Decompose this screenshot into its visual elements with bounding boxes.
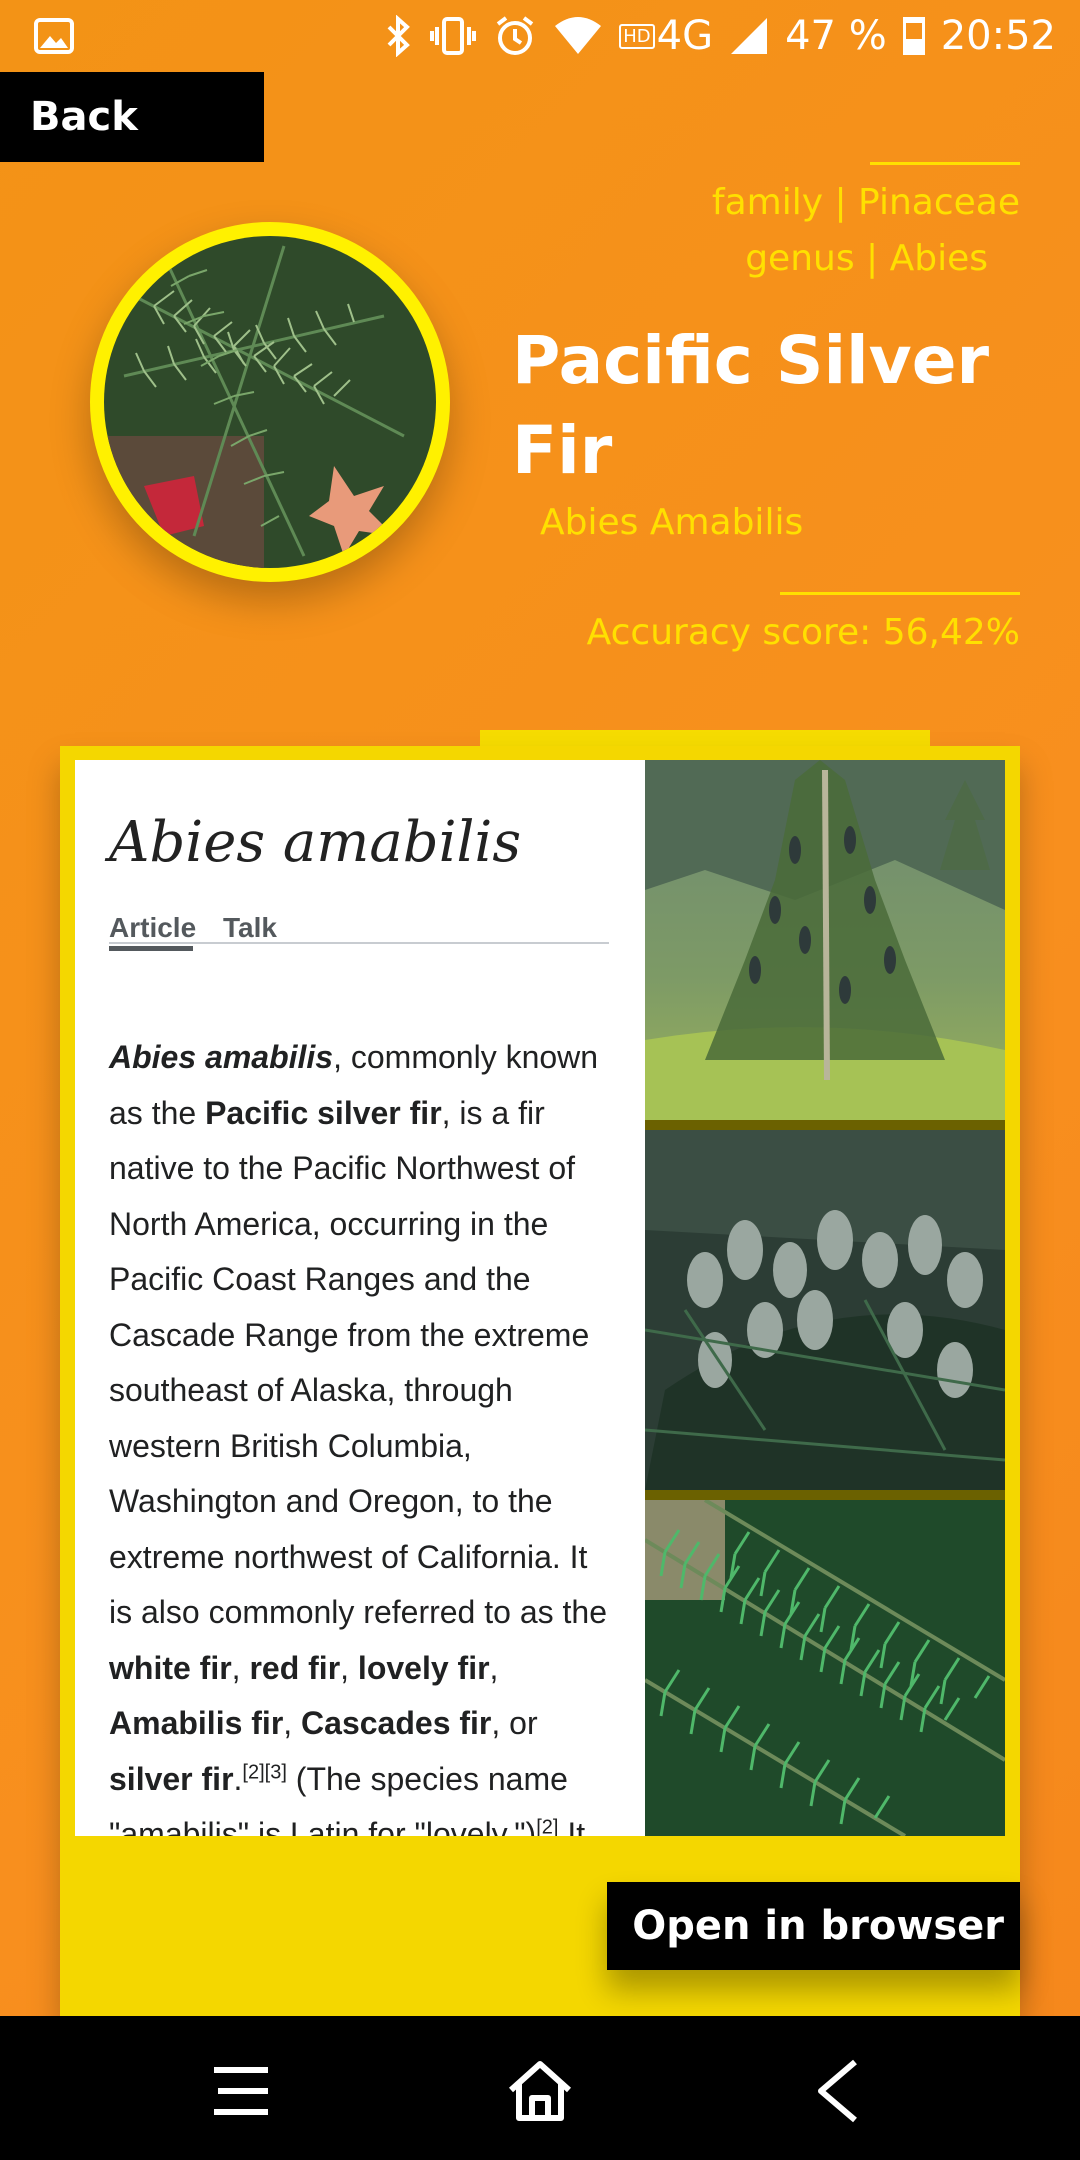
article-text: , is a fir native to the Pacific Northwe…: [109, 1094, 607, 1631]
genus-label: genus | Abies: [745, 238, 988, 279]
vibrate-icon: [429, 15, 477, 57]
citation-link[interactable]: [2][3]: [242, 1761, 286, 1783]
navigation-bar: [0, 2016, 1080, 2160]
alt-name: red fir: [249, 1649, 341, 1686]
article-bold-name: Pacific silver fir: [205, 1094, 442, 1131]
scientific-name: Abies Amabilis: [540, 502, 804, 543]
active-tab-indicator: [109, 946, 193, 951]
separator: ,: [489, 1649, 499, 1686]
photo-divider: [645, 1120, 1005, 1130]
gallery-photo-3[interactable]: [645, 1500, 1005, 1836]
menu-icon[interactable]: [206, 2056, 276, 2126]
network-indicator: HD 4G: [619, 13, 713, 59]
common-name-title: Pacific Silver Fir: [512, 322, 990, 489]
plant-photo: [104, 236, 436, 568]
accuracy-divider: [780, 592, 1020, 595]
open-in-browser-button[interactable]: Open in browser: [607, 1882, 1020, 1970]
citation-link[interactable]: [2]: [536, 1816, 558, 1836]
accuracy-score: Accuracy score: 56,42%: [586, 612, 1020, 653]
status-icons: HD 4G 47 % 20:52: [385, 0, 1056, 72]
clock: 20:52: [940, 13, 1056, 59]
alt-name: lovely fir: [357, 1649, 490, 1686]
tab-talk[interactable]: Talk: [223, 912, 277, 944]
gallery-photo-2[interactable]: [645, 1130, 1005, 1490]
back-button[interactable]: Back: [0, 72, 264, 162]
separator: ,: [231, 1649, 250, 1686]
alt-name: Cascades fir: [301, 1705, 492, 1741]
wikipedia-webview[interactable]: Abies amabilis Article Talk Abies amabil…: [75, 760, 645, 1836]
tab-article[interactable]: Article: [109, 912, 196, 944]
bluetooth-icon: [385, 15, 413, 57]
signal-icon: [729, 16, 769, 56]
separator: ,: [340, 1649, 358, 1686]
home-icon[interactable]: [505, 2056, 575, 2126]
separator: ,: [283, 1705, 302, 1741]
back-arrow-icon[interactable]: [805, 2056, 875, 2126]
plant-avatar: [90, 222, 450, 582]
battery-icon: [902, 17, 925, 55]
status-bar: HD 4G 47 % 20:52: [0, 0, 1080, 72]
photo-gallery: [645, 760, 1005, 1836]
wiki-title: Abies amabilis: [109, 810, 522, 875]
wiki-tabs: Article Talk: [109, 912, 609, 951]
article-subject: Abies amabilis: [109, 1039, 334, 1075]
taxonomy-divider: [870, 162, 1020, 165]
alarm-icon: [493, 14, 537, 58]
photo-divider: [645, 1490, 1005, 1500]
wiki-article-text: Abies amabilis, commonly known as the Pa…: [109, 1030, 609, 1836]
alt-name: Amabilis fir: [109, 1705, 284, 1741]
article-text: It: [558, 1816, 586, 1836]
network-type: 4G: [656, 13, 714, 59]
alt-name: white fir: [109, 1649, 232, 1686]
battery-percent: 47 %: [785, 13, 887, 59]
family-label: family | Pinaceae: [711, 182, 1020, 223]
image-icon: [34, 18, 74, 54]
wifi-icon: [553, 16, 603, 56]
alt-name: silver fir: [109, 1760, 234, 1797]
gallery-photo-1[interactable]: [645, 760, 1005, 1120]
separator: , or: [491, 1705, 538, 1741]
hd-badge: HD: [619, 23, 655, 49]
